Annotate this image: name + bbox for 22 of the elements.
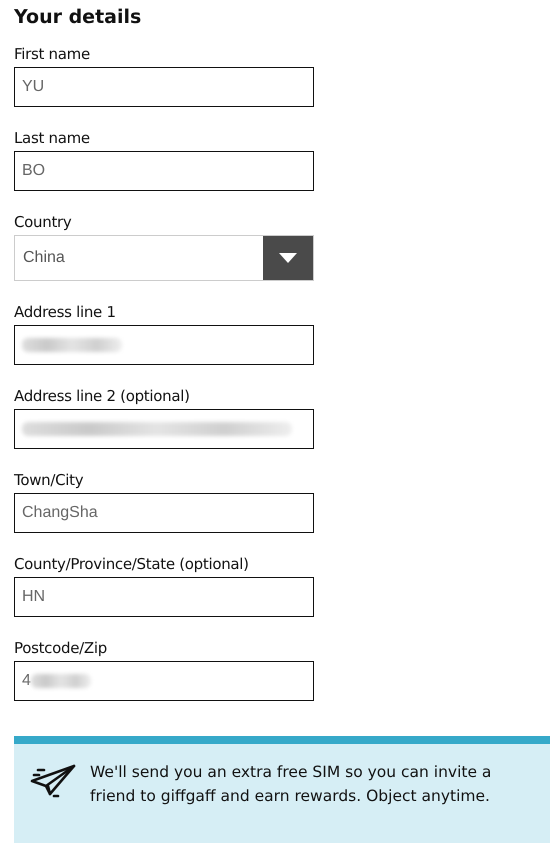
field-label: Last name bbox=[14, 128, 90, 148]
input-field[interactable]: HN bbox=[14, 577, 314, 617]
field-value: 4 bbox=[22, 672, 31, 690]
input-field[interactable]: BO bbox=[14, 151, 314, 191]
input-field[interactable] bbox=[14, 325, 314, 365]
field-label: Postcode/Zip bbox=[14, 638, 107, 658]
field-label: First name bbox=[14, 44, 90, 64]
blurred-value bbox=[30, 674, 91, 688]
caret-icon bbox=[279, 253, 297, 263]
input-field[interactable] bbox=[14, 409, 314, 449]
field-label: Address line 2 (optional) bbox=[14, 386, 190, 406]
section-heading: Your details bbox=[14, 5, 142, 30]
field-label: Country bbox=[14, 212, 72, 232]
paper-plane-icon bbox=[30, 764, 76, 798]
field-label: Address line 1 bbox=[14, 302, 116, 322]
country-dropdown[interactable]: China bbox=[14, 235, 314, 281]
input-field[interactable]: YU bbox=[14, 67, 314, 107]
input-field[interactable]: ChangSha bbox=[14, 493, 314, 533]
input-field[interactable]: 4 bbox=[14, 661, 314, 701]
field-label: County/Province/State (optional) bbox=[14, 554, 249, 574]
notice-text: We'll send you an extra free SIM so you can invite a friend to giffgaff and earn rewards. Object anytime. bbox=[90, 762, 492, 807]
field-label: Town/City bbox=[14, 470, 84, 490]
